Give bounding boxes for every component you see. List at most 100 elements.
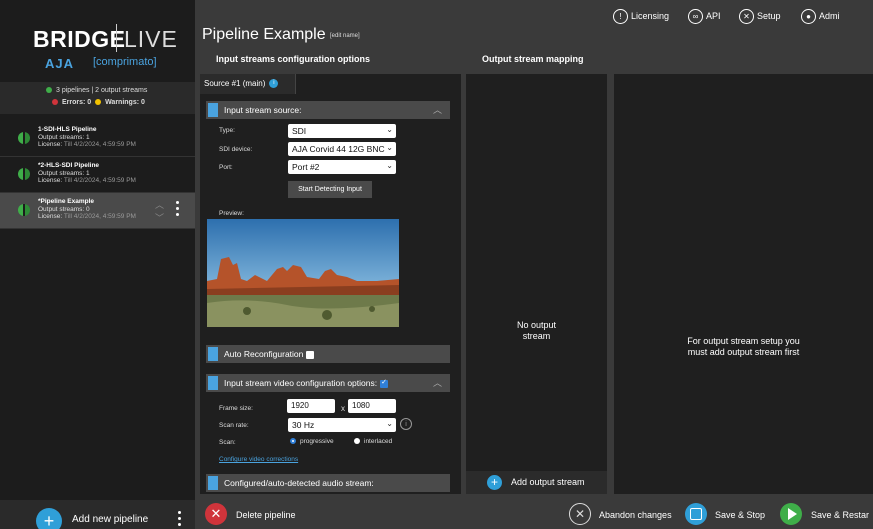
pipeline-item[interactable]: 1-SDI-HLS Pipeline Output streams: 1 Lic… (0, 121, 195, 157)
output-setup-message: For output stream setup you must add out… (687, 336, 800, 357)
add-pipeline-label[interactable]: Add new pipeline (72, 514, 148, 525)
save-icon (690, 508, 702, 520)
save-restart-label[interactable]: Save & Restar (811, 510, 869, 520)
input-source-label: Input stream source: (224, 105, 302, 115)
pipeline-license: License: Till 4/2/2024, 4:59:59 PM (38, 141, 136, 148)
move-down-icon[interactable]: ﹀ (155, 211, 164, 224)
output-detail-panel: For output stream setup you must add out… (614, 74, 873, 494)
pipeline-summary: 3 pipelines | 2 output streams Errors: 0… (0, 82, 195, 114)
input-section-heading: Input streams configuration options (216, 54, 371, 64)
audio-stream-label: Configured/auto-detected audio stream: (224, 478, 374, 488)
pipeline-outputs: Output streams: 0 (38, 206, 90, 213)
radio-unselected[interactable] (354, 438, 360, 445)
api-icon: ∞ (688, 9, 703, 24)
tab-source-1[interactable]: Source #1 (main) i (200, 74, 296, 94)
frame-height-input[interactable]: 1080 (348, 399, 396, 413)
save-stop-button[interactable] (685, 503, 707, 525)
comprimato-logo: [comprimato] (93, 56, 157, 68)
auto-reconfig-checkbox[interactable] (306, 350, 315, 359)
status-ok-icon (46, 87, 52, 94)
abandon-changes-button[interactable]: ✕ (569, 503, 591, 525)
radio-selected[interactable] (290, 438, 296, 445)
pipeline-outputs: Output streams: 1 (38, 134, 90, 141)
type-label: Type: (219, 127, 235, 134)
auto-reconfig-label: Auto Reconfiguration (224, 349, 304, 359)
scan-progressive-option[interactable]: progressive (290, 438, 334, 445)
chevron-down-icon: ⌄ (386, 143, 393, 152)
info-icon[interactable]: i (269, 79, 279, 89)
video-options-bar[interactable]: Input stream video configuration options… (206, 374, 450, 392)
error-count: Errors: 0 (62, 99, 92, 106)
add-output-button[interactable]: + (487, 475, 502, 490)
start-detecting-button[interactable]: Start Detecting Input (288, 181, 372, 198)
nav-setup-label: Setup (757, 10, 781, 21)
aja-logo: AJA (45, 56, 75, 71)
nav-licensing[interactable]: ! Licensing (613, 9, 669, 24)
output-section-heading: Output stream mapping (482, 54, 584, 64)
summary-count: 3 pipelines | 2 output streams (56, 87, 148, 94)
add-pipeline-button[interactable]: + (36, 508, 62, 529)
pipeline-license: License: Till 4/2/2024, 4:59:59 PM (38, 213, 136, 220)
delete-pipeline-label[interactable]: Delete pipeline (236, 510, 296, 520)
save-restart-button[interactable] (780, 503, 802, 525)
license-icon: ! (613, 9, 628, 24)
preview-label: Preview: (219, 210, 244, 217)
frame-size-label: Frame size: (219, 405, 253, 412)
pipeline-name: *Pipeline Example (38, 198, 94, 205)
license-label: License: (38, 213, 63, 220)
scan-rate-label: Scan rate: (219, 422, 249, 429)
nav-setup[interactable]: ✕ Setup (739, 9, 781, 24)
auto-reconfig-bar[interactable]: Auto Reconfiguration (206, 345, 450, 363)
collapse-icon[interactable]: ︿ (433, 376, 442, 389)
configure-corrections-link[interactable]: Configure video corrections (219, 456, 298, 463)
add-output-label[interactable]: Add output stream (511, 477, 585, 487)
nav-api[interactable]: ∞ API (688, 9, 721, 24)
collapse-icon[interactable]: ︿ (433, 103, 442, 116)
sidebar: BRIDGE LIVE AJA [comprimato] 3 pipelines… (0, 0, 195, 529)
nav-admin[interactable]: ● Admi (801, 9, 840, 24)
pipeline-item[interactable]: *2-HLS-SDI Pipeline Output streams: 1 Li… (0, 157, 195, 193)
sdi-device-select[interactable]: AJA Corvid 44 12G BNC ⌄ (288, 142, 396, 156)
pipeline-item-selected[interactable]: *Pipeline Example Output streams: 0 Lice… (0, 193, 195, 229)
pipeline-status-icon (18, 132, 30, 144)
frame-width-input[interactable]: 1920 (287, 399, 335, 413)
move-up-icon[interactable]: ︿ (155, 198, 164, 211)
port-select[interactable]: Port #2 ⌄ (288, 160, 396, 174)
app-logo: BRIDGE LIVE AJA [comprimato] (0, 10, 195, 80)
nav-licensing-label: Licensing (631, 10, 670, 21)
chevron-down-icon: ⌄ (386, 419, 393, 428)
scan-interlaced-option[interactable]: interlaced (354, 438, 392, 445)
play-icon (788, 508, 797, 520)
top-nav: ! Licensing ∞ API ✕ Setup ● Admi (613, 9, 873, 29)
abandon-changes-label[interactable]: Abandon changes (599, 510, 672, 520)
port-label: Port: (219, 164, 233, 171)
pipeline-status-icon (18, 168, 30, 180)
brand-live: LIVE (124, 26, 178, 52)
license-label: License: (38, 177, 63, 184)
no-output-message: No output stream (516, 320, 557, 341)
chevron-down-icon: ⌄ (386, 161, 393, 170)
pipeline-outputs: Output streams: 1 (38, 170, 90, 177)
sidebar-footer: + Add new pipeline (0, 500, 195, 529)
audio-stream-bar[interactable]: Configured/auto-detected audio stream: (206, 474, 450, 492)
more-options-icon[interactable] (176, 201, 180, 219)
logo-divider (116, 24, 117, 52)
type-select[interactable]: SDI ⌄ (288, 124, 396, 138)
scan-rate-select[interactable]: 30 Hz ⌄ (288, 418, 396, 432)
page-title: Pipeline Example (202, 26, 326, 43)
warning-icon (95, 99, 102, 106)
save-stop-label[interactable]: Save & Stop (715, 510, 765, 520)
more-options-icon[interactable] (178, 511, 181, 529)
info-icon[interactable]: i (400, 418, 412, 430)
frame-x-label: x (341, 404, 345, 413)
video-options-checkbox[interactable] (380, 378, 389, 388)
delete-pipeline-button[interactable]: ✕ (205, 503, 227, 525)
brand-name: BRIDGE (33, 26, 126, 52)
license-label: License: (38, 141, 63, 148)
pipeline-status-icon (18, 204, 30, 216)
nav-api-label: API (706, 10, 721, 21)
error-icon (52, 99, 58, 106)
input-source-bar[interactable]: Input stream source: ︿ (206, 101, 450, 119)
preview-image (207, 219, 399, 327)
edit-name-link[interactable]: [edit name] (330, 33, 360, 39)
